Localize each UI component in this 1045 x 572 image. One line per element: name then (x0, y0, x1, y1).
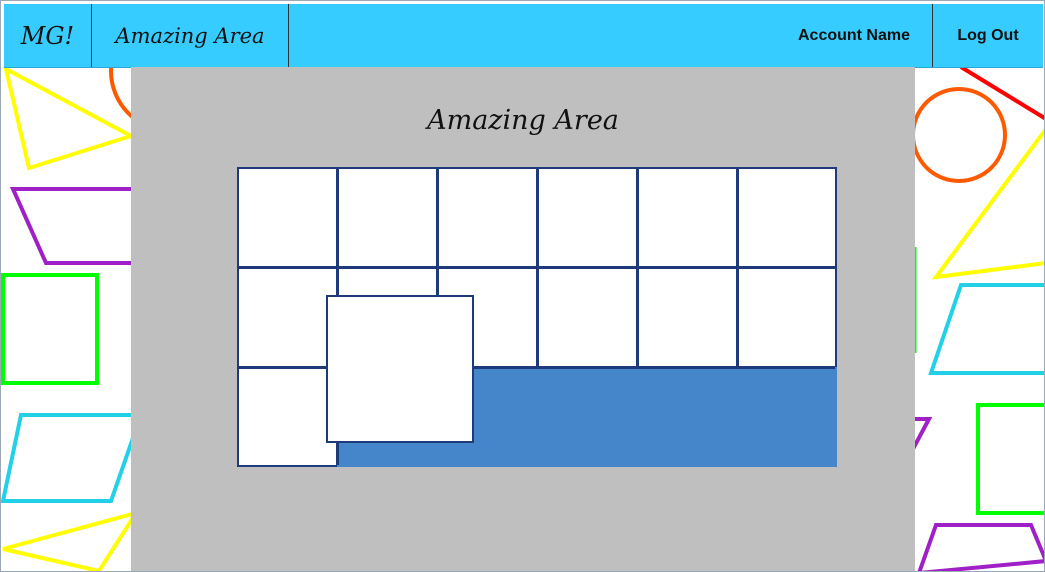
cyan-parallelogram-shape-2 (928, 283, 1044, 375)
page-title: Amazing Area (427, 105, 619, 136)
logout-button[interactable]: Log Out (933, 4, 1043, 67)
yellow-triangle-shape-3 (931, 128, 1044, 280)
draggable-tile[interactable] (326, 295, 474, 443)
orange-circle-shape-2 (911, 87, 1007, 183)
yellow-triangle-shape-2 (2, 509, 141, 571)
account-name-button[interactable]: Account Name (776, 4, 933, 67)
green-rect-shape-2 (976, 403, 1044, 515)
main-panel: Amazing Area (131, 67, 915, 571)
top-navigation-bar: MG! Amazing Area Account Name Log Out (4, 4, 1043, 68)
purple-parallelogram-shape (9, 187, 143, 265)
app-window: MG! Amazing Area Account Name Log Out Am… (0, 0, 1045, 572)
app-title: Amazing Area (92, 4, 289, 67)
purple-trapezoid-shape (917, 523, 1044, 571)
logo[interactable]: MG! (4, 4, 92, 67)
grid-hline (239, 266, 835, 269)
green-rect-shape (1, 273, 99, 385)
cyan-parallelogram-shape (1, 413, 144, 503)
